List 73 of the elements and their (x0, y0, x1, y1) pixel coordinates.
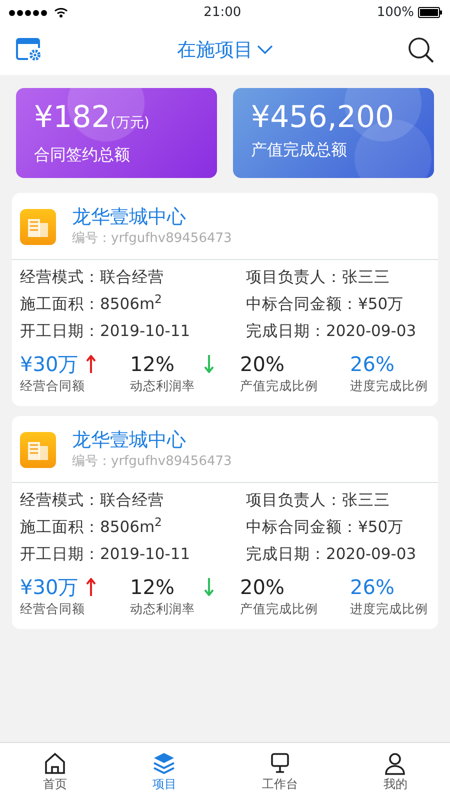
battery-icon (418, 7, 442, 18)
field-value: 张三三 (342, 490, 390, 510)
stat-value: 26% (350, 351, 394, 378)
field-label: 开工日期： (20, 321, 100, 342)
project-code: 编号：yrfgufhv89456473 (72, 230, 232, 248)
down-arrow-icon (204, 578, 214, 596)
field-value: 2020-09-03 (326, 544, 416, 565)
home-icon (42, 750, 67, 774)
field-value: 8506m$^{2}$ (100, 292, 162, 315)
down-arrow-icon (204, 355, 214, 374)
field-label: 项目负责人： (246, 490, 342, 510)
tab-bar-item[interactable]: 工作台 (219, 743, 340, 800)
building-icon (20, 208, 56, 245)
unit-label: (万元) (110, 115, 150, 131)
project-name: 龙华壹城中心 (72, 205, 187, 229)
field-value: ¥50万 (358, 294, 404, 315)
field-value: 8506m$^{2}$ (100, 516, 162, 538)
up-arrow-icon (86, 355, 96, 374)
up-arrow-icon (86, 578, 96, 596)
stat-label: 经营合同额 (20, 377, 86, 396)
summary-label: 合同签约总额 (34, 145, 130, 164)
summary-label: 产值完成总额 (251, 140, 347, 159)
stat-label: 动态利润率 (130, 377, 196, 396)
field-value: 2019-10-11 (100, 321, 190, 342)
caret-icon (257, 45, 273, 55)
stat-label: 动态利润率 (130, 600, 196, 618)
project-name: 龙华壹城中心 (72, 428, 187, 452)
stat-value: ¥30万 (20, 351, 78, 378)
tab-bar-item[interactable]: 项目 (110, 743, 219, 800)
field-label: 完成日期： (246, 321, 326, 342)
tab-bar-item[interactable]: 首页 (0, 743, 110, 800)
building-icon (20, 432, 56, 468)
project-card[interactable]: 龙华壹城中心 编号：yrfgufhv89456473 经营模式：联合经营 项目负责人：张三三 施工面积：8506m$^{2}$ 中标合同金额：¥50万 开工日期：2019-10-11 完成日期：2020-09-03 ¥30万 经营合同额 12% 动态利润率 20% 产值完成比例 26% 进度完成比例 (12, 193, 438, 406)
stat-value: 12% (130, 574, 174, 600)
field-label: 中标合同金额： (246, 516, 358, 538)
field-value: 2019-10-11 (100, 544, 190, 565)
settings-icon[interactable] (16, 38, 42, 62)
tab-bar-item[interactable]: 我的 (340, 743, 450, 800)
stat-value: 20% (240, 351, 284, 378)
field-label: 施工面积： (20, 516, 100, 538)
field-label: 中标合同金额： (246, 294, 358, 315)
stat-value: 26% (350, 574, 394, 600)
stat-value: ¥30万 (20, 574, 78, 600)
signal-icon (8, 8, 50, 16)
field-value: 联合经营 (100, 266, 164, 288)
field-label: 开工日期： (20, 544, 100, 565)
stat-label: 进度完成比例 (350, 377, 428, 396)
stat-label: 经营合同额 (20, 600, 86, 618)
field-value: 联合经营 (100, 490, 164, 510)
wifi-icon (54, 7, 68, 18)
field-label: 经营模式： (20, 490, 100, 510)
status-time: 21:00 (204, 4, 242, 22)
project-filter-dropdown[interactable]: 在施项目 (177, 36, 273, 64)
field-label: 项目负责人： (246, 266, 342, 288)
stat-value: 20% (240, 574, 284, 600)
amount-value: ¥182 (34, 100, 110, 135)
user-icon (383, 750, 408, 774)
search-icon[interactable] (408, 37, 434, 63)
stat-label: 产值完成比例 (240, 600, 319, 618)
stat-label: 进度完成比例 (350, 600, 428, 618)
stat-value: 12% (130, 351, 174, 378)
amount-value: ¥456,200 (251, 100, 394, 135)
battery-text: 100% (376, 4, 414, 22)
field-label: 施工面积： (20, 294, 100, 315)
project-card[interactable]: 龙华壹城中心 编号：yrfgufhv89456473 经营模式：联合经营 项目负责人：张三三 施工面积：8506m$^{2}$ 中标合同金额：¥50万 开工日期：2019-10-11 完成日期：2020-09-03 ¥30万 经营合同额 12% 动态利润率 20% 产值完成比例 26% 进度完成比例 (12, 416, 438, 629)
project-code: 编号：yrfgufhv89456473 (72, 453, 232, 471)
stat-label: 产值完成比例 (240, 377, 319, 396)
field-label: 完成日期： (246, 544, 326, 565)
layers-icon (152, 750, 176, 774)
field-value: 张三三 (342, 266, 390, 288)
field-value: ¥50万 (358, 516, 404, 538)
field-label: 经营模式： (20, 266, 100, 288)
field-value: 2020-09-03 (326, 321, 416, 342)
